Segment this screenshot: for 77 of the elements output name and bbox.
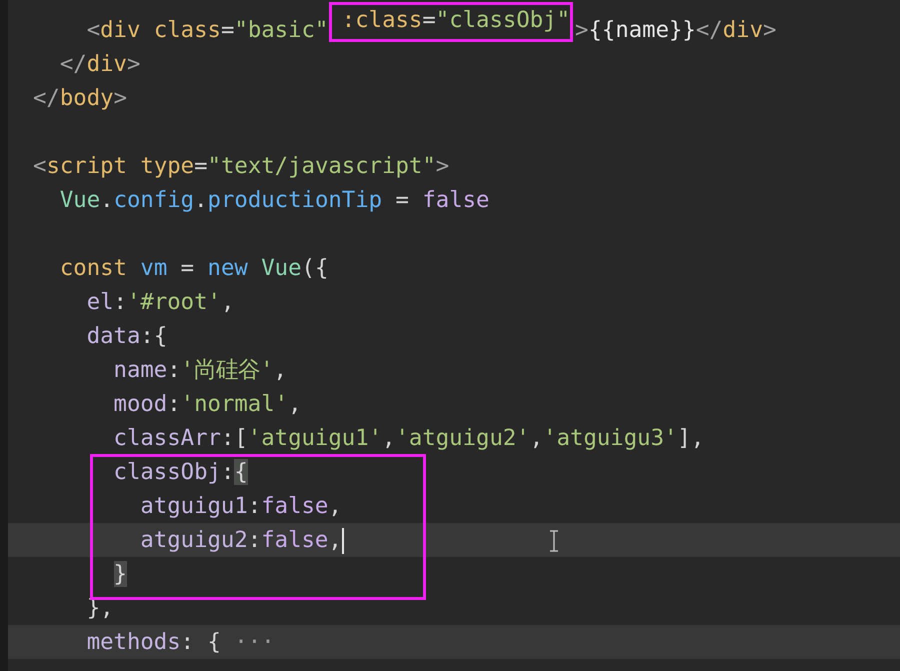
code-token: ], <box>677 425 704 451</box>
code-token: < <box>86 17 100 43</box>
code-token: 'atguigu1' <box>248 425 382 451</box>
code-token: , <box>328 527 342 553</box>
code-token: data <box>86 323 140 349</box>
code-token: : <box>248 527 262 553</box>
code-token: = <box>194 153 208 179</box>
code-token: div <box>100 17 142 43</box>
code-token: "classObj" <box>436 7 570 33</box>
code-token: classObj <box>114 459 221 485</box>
code-token: "text/javascript" <box>208 153 436 179</box>
code-token: productionTip <box>208 187 384 213</box>
code-token: </ <box>696 17 723 43</box>
code-token: false <box>261 527 328 553</box>
code-token: . <box>194 187 208 213</box>
code-token: "basic" <box>234 17 330 43</box>
i-beam-cursor-icon <box>548 530 559 552</box>
code-token: > <box>763 17 776 43</box>
code-token: methods <box>86 629 181 655</box>
code-token: , <box>328 493 342 519</box>
code-token: ({ <box>302 255 328 281</box>
code-token: atguigu2 <box>140 527 248 553</box>
code-token: : <box>167 357 181 383</box>
code-token: </ <box>60 51 87 77</box>
code-token: : <box>114 289 127 315</box>
code-token: } <box>114 561 127 587</box>
code-token: type <box>140 153 194 179</box>
code-token: '#root' <box>126 289 221 315</box>
code-token: , <box>530 425 544 451</box>
code-token: mood <box>114 391 168 417</box>
code-token: > <box>114 85 127 111</box>
code-token: > <box>126 51 140 77</box>
code-token: = <box>220 17 234 43</box>
code-token: div <box>722 17 764 43</box>
code-token: , <box>288 391 302 417</box>
code-token: : <box>248 493 262 519</box>
code-token: { <box>234 459 248 485</box>
code-token: 'atguigu2' <box>395 425 530 451</box>
code-token: 'atguigu3' <box>543 425 678 451</box>
code-token: : <box>167 391 181 417</box>
folded-code-marker[interactable]: ··· <box>234 629 275 655</box>
code-token: Vue <box>60 187 100 213</box>
text-cursor <box>342 528 344 554</box>
code-token: = <box>180 255 196 281</box>
code-token: > <box>575 17 588 43</box>
code-token: , <box>274 357 287 383</box>
code-token: '尚硅谷' <box>180 357 274 383</box>
code-token: : { <box>180 629 222 655</box>
code-token: el <box>86 289 114 315</box>
code-token: , <box>382 425 396 451</box>
code-token: classArr <box>114 425 221 451</box>
code-token: config <box>114 187 194 213</box>
code-token: body <box>60 85 114 111</box>
code-token: const <box>60 255 128 281</box>
code-token: name <box>114 357 168 383</box>
code-token: . <box>100 187 114 213</box>
code-token: false <box>261 493 328 519</box>
code-token: , <box>220 289 234 315</box>
code-token: class <box>154 17 221 43</box>
code-token: {{name}} <box>588 17 696 43</box>
code-token: = <box>395 187 410 213</box>
code-token: div <box>86 51 127 77</box>
code-token: : <box>220 459 234 485</box>
code-token: false <box>422 187 490 213</box>
code-token: atguigu1 <box>140 493 248 519</box>
code-token: Vue <box>261 255 302 281</box>
code-token: > <box>436 153 450 179</box>
code-token: :[ <box>220 425 248 451</box>
code-token: </ <box>33 85 60 111</box>
code-token: = <box>422 7 436 33</box>
code-token: :{ <box>140 323 168 349</box>
code-token: new <box>208 255 249 281</box>
code-token: < <box>33 153 46 179</box>
code-token: :class <box>342 7 422 33</box>
code-token: vm <box>140 255 168 281</box>
code-token: 'normal' <box>180 391 288 417</box>
code-token: script <box>46 153 128 179</box>
